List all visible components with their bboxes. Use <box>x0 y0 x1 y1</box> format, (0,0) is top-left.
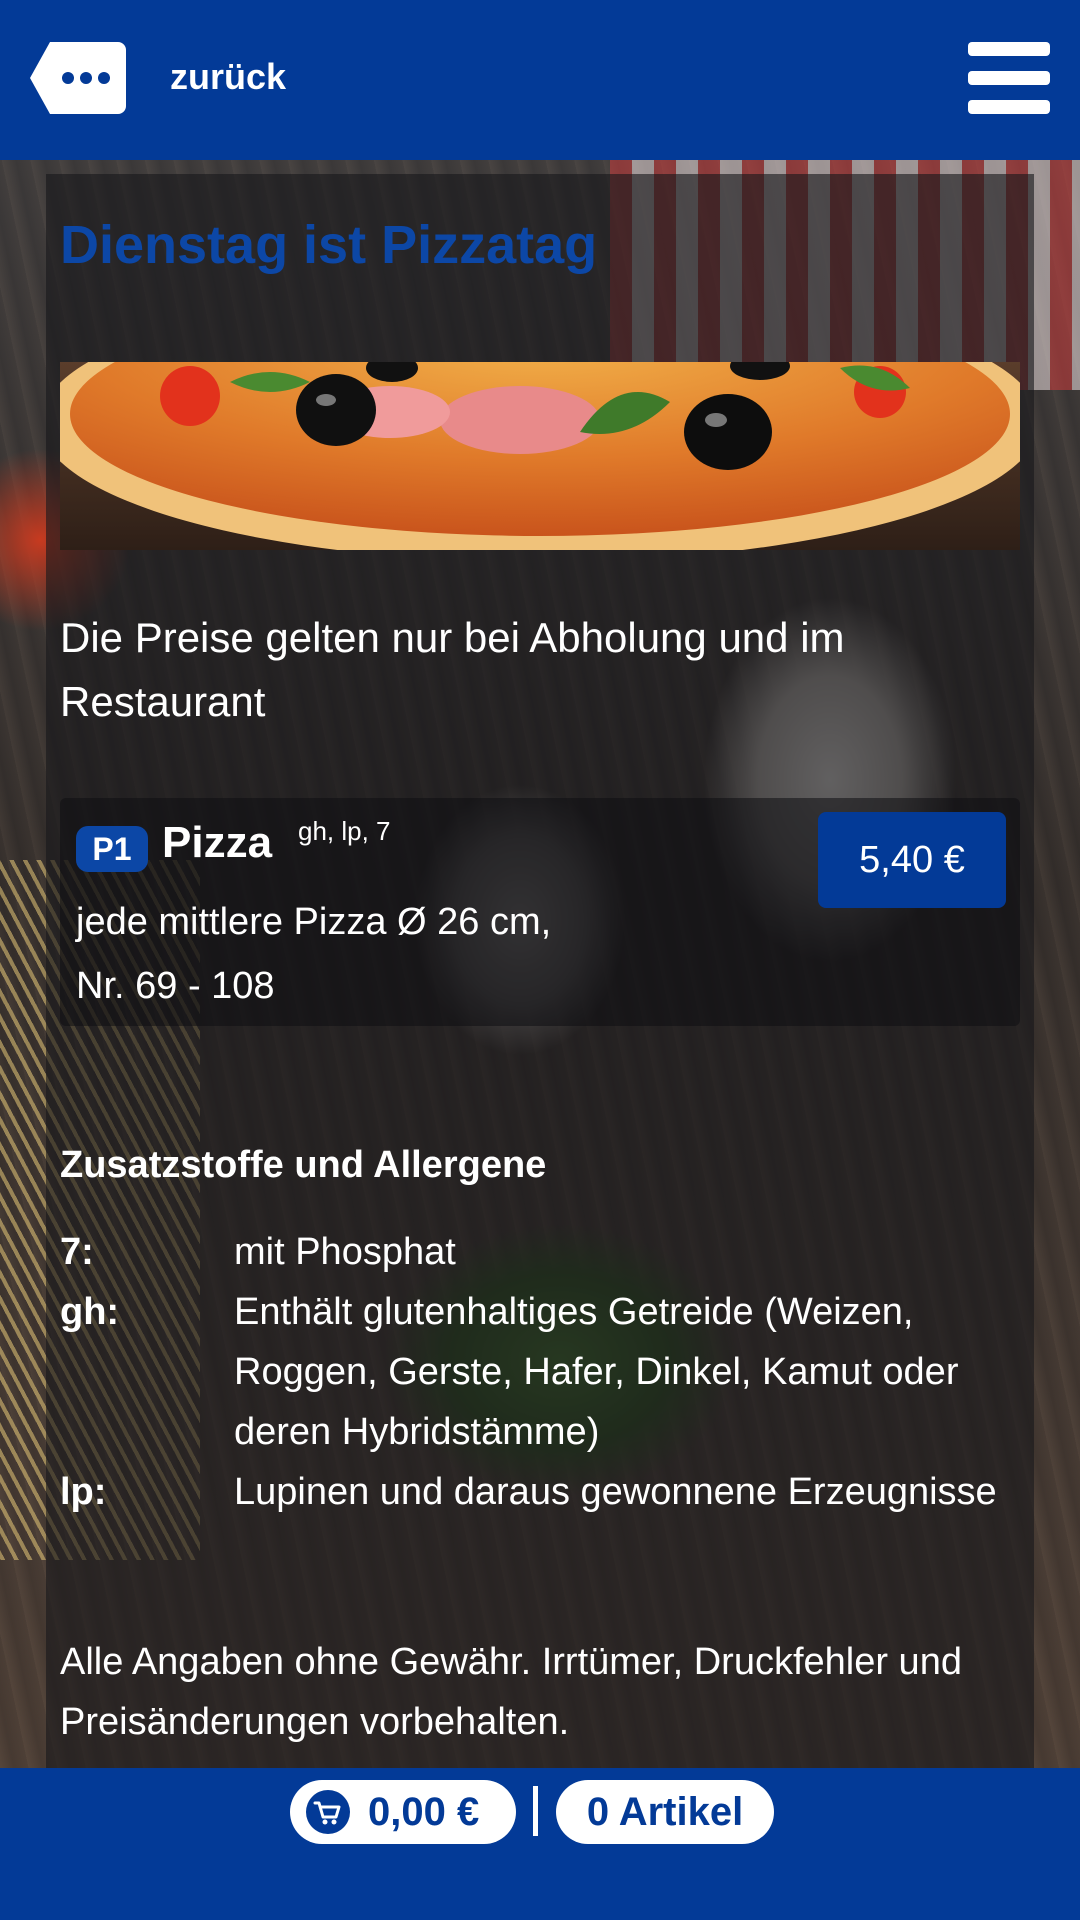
additive-row: lp: Lupinen und daraus gewonnene Erzeugn… <box>60 1462 1020 1522</box>
product-description-line2: Nr. 69 - 108 <box>76 965 275 1007</box>
product-description-line1: jede mittlere Pizza Ø 26 cm, <box>76 901 552 943</box>
cart-icon <box>306 1790 350 1834</box>
additive-value: Enthält glutenhaltiges Getreide (Weizen,… <box>234 1291 959 1453</box>
intro-text: Die Preise gelten nur bei Abholung und i… <box>60 614 845 725</box>
cart-count-button[interactable]: 0 Artikel <box>556 1780 774 1844</box>
cart-bar: 0,00 € 0 Artikel <box>0 1768 1080 1920</box>
product-code-badge: P1 <box>76 826 148 872</box>
back-label[interactable]: zurück <box>170 56 286 98</box>
product-description: jede mittlere Pizza Ø 26 cm, Nr. 69 - 10… <box>76 890 716 1018</box>
additive-key: 7: <box>60 1231 94 1273</box>
additive-row: gh: Enthält glutenhaltiges Getreide (Wei… <box>60 1282 1020 1462</box>
additive-value: Lupinen und daraus gewonnene Erzeugnisse <box>234 1471 997 1513</box>
content-panel: Dienstag ist Pizzatag Die Preise gelten … <box>46 174 1034 1768</box>
additives-list: 7: mit Phosphat gh: Enthält glutenhaltig… <box>60 1222 1020 1522</box>
divider <box>533 1786 538 1836</box>
additive-row: 7: mit Phosphat <box>60 1222 1020 1282</box>
back-dots-icon <box>30 42 126 114</box>
additive-key: gh: <box>60 1291 120 1333</box>
product-card: P1 Pizza gh, lp, 7 jede mittlere Pizza Ø… <box>60 798 1020 1026</box>
pizza-banner-image <box>60 362 1020 550</box>
disclaimer-text: Alle Angaben ohne Gewähr. Irrtümer, Druc… <box>60 1641 962 1743</box>
page-title: Dienstag ist Pizzatag <box>60 215 598 275</box>
additives-heading: Zusatzstoffe und Allergene <box>60 1144 547 1186</box>
additive-value: mit Phosphat <box>234 1231 456 1273</box>
back-button[interactable] <box>30 42 126 114</box>
product-name: Pizza <box>162 818 273 867</box>
top-bar: zurück <box>0 0 1080 160</box>
hamburger-menu-icon[interactable] <box>968 42 1050 114</box>
cart-total-amount: 0,00 € <box>368 1790 480 1834</box>
product-allergen-refs: gh, lp, 7 <box>298 816 391 846</box>
pizza-illustration <box>60 362 1020 550</box>
add-to-cart-price-button[interactable]: 5,40 € <box>818 812 1006 908</box>
cart-total-button[interactable]: 0,00 € <box>290 1780 516 1844</box>
additive-key: lp: <box>60 1471 107 1513</box>
